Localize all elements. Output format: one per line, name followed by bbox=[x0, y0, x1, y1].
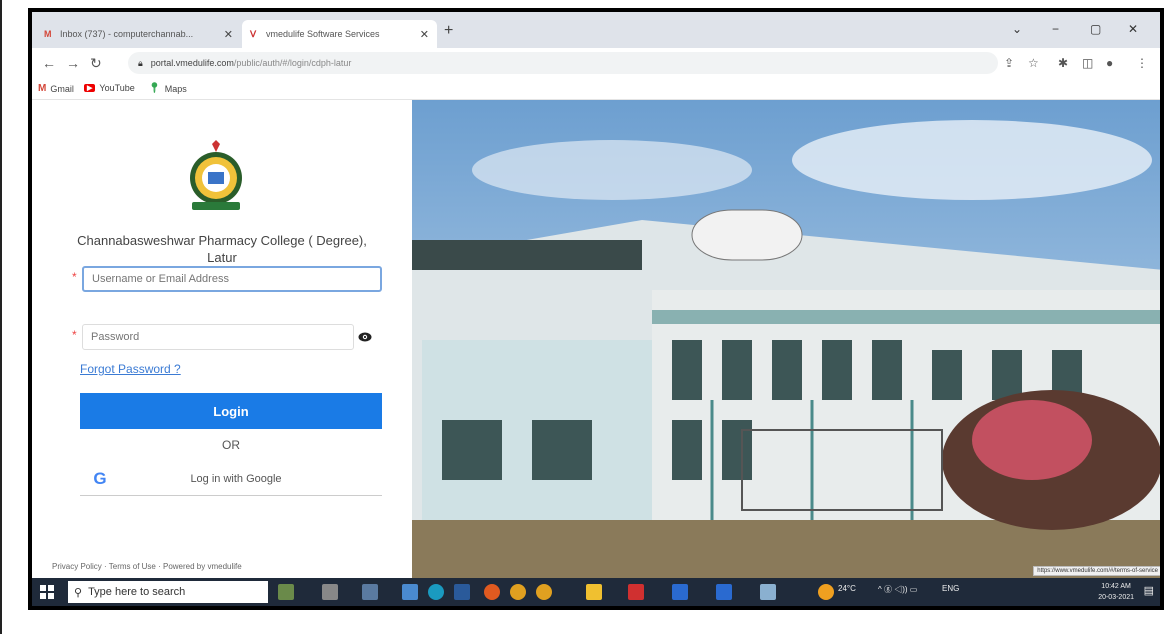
extensions-icon[interactable]: ✱ bbox=[1058, 56, 1068, 70]
close-tab-icon[interactable]: ✕ bbox=[224, 28, 233, 41]
address-row: ← → ↻ 🔒︎ portal.vmedulife.com /public/au… bbox=[32, 48, 1160, 78]
store-icon[interactable] bbox=[454, 584, 470, 600]
media-app-icon[interactable] bbox=[628, 584, 644, 600]
bookmark-star-icon[interactable]: ☆ bbox=[1028, 56, 1039, 70]
minimize-button[interactable]: − bbox=[1052, 22, 1059, 36]
show-password-eye-icon[interactable] bbox=[358, 330, 372, 344]
weather-temp[interactable]: 24°C bbox=[838, 584, 856, 593]
profile-avatar-icon[interactable]: ● bbox=[1106, 56, 1113, 70]
google-icon: G bbox=[93, 468, 107, 488]
tab-vmedulife[interactable]: Ⅴ vmedulife Software Services ✕ bbox=[242, 20, 437, 48]
screenshot-frame: M Inbox (737) - computerchannab... ✕ Ⅴ v… bbox=[28, 8, 1164, 610]
address-bar[interactable]: 🔒︎ portal.vmedulife.com /public/auth/#/l… bbox=[128, 52, 998, 74]
taskbar-app-icon[interactable] bbox=[760, 584, 776, 600]
lock-icon: 🔒︎ bbox=[138, 57, 143, 68]
login-panel: Channabasweshwar Pharmacy College ( Degr… bbox=[32, 100, 412, 578]
youtube-icon: ▶ bbox=[84, 84, 96, 92]
tab-label: Inbox (737) - computerchannab... bbox=[60, 29, 194, 39]
maps-icon: 📍︎ bbox=[148, 83, 161, 94]
new-tab-button[interactable]: + bbox=[444, 22, 453, 40]
taskbar-search-placeholder: Type here to search bbox=[88, 586, 186, 598]
bookmark-youtube[interactable]: ▶ YouTube bbox=[84, 83, 135, 93]
bookmark-label: YouTube bbox=[99, 83, 135, 93]
password-input[interactable] bbox=[82, 324, 354, 350]
url-path: /public/auth/#/login/cdph-latur bbox=[233, 58, 352, 68]
google-login-label: Log in with Google bbox=[190, 472, 282, 485]
footer-links[interactable]: Privacy Policy · Terms of Use · Powered … bbox=[52, 562, 242, 571]
bookmark-maps[interactable]: 📍︎ Maps bbox=[148, 83, 187, 94]
firefox-icon[interactable] bbox=[484, 584, 500, 600]
building-image bbox=[412, 100, 1160, 578]
url-domain: portal.vmedulife.com bbox=[150, 58, 234, 68]
chrome-icon[interactable] bbox=[510, 584, 526, 600]
college-building-photo: https://www.vmedulife.com/#/terms-of-ser… bbox=[412, 100, 1160, 578]
bookmark-label: Maps bbox=[164, 83, 187, 94]
bookmarks-bar: M Gmail ▶ YouTube 📍︎ Maps bbox=[32, 78, 1160, 100]
share-icon[interactable]: ⇪ bbox=[1004, 56, 1014, 70]
edge-icon[interactable] bbox=[428, 584, 444, 600]
forward-icon[interactable]: → bbox=[66, 55, 80, 71]
tab-search-icon[interactable]: ⌄ bbox=[1012, 22, 1022, 36]
system-tray-icons[interactable]: ^ ⓖ ◁)) ▭ bbox=[878, 584, 917, 595]
windows-taskbar: ⚲ Type here to search 24°C ^ ⓖ ◁)) ▭ ENG… bbox=[32, 578, 1160, 606]
menu-kebab-icon[interactable]: ⋮ bbox=[1136, 56, 1148, 70]
bookmark-label: Gmail bbox=[50, 83, 74, 94]
google-login-button[interactable]: G Log in with Google bbox=[80, 462, 382, 496]
maximize-button[interactable]: ▢ bbox=[1090, 22, 1101, 36]
file-explorer-icon[interactable] bbox=[402, 584, 418, 600]
username-input[interactable] bbox=[82, 266, 382, 292]
taskbar-search[interactable]: ⚲ Type here to search bbox=[68, 581, 268, 603]
browser-window: M Inbox (737) - computerchannab... ✕ Ⅴ v… bbox=[32, 12, 1160, 606]
close-tab-icon[interactable]: ✕ bbox=[420, 28, 429, 41]
word-icon[interactable] bbox=[716, 584, 732, 600]
tab-bar: M Inbox (737) - computerchannab... ✕ Ⅴ v… bbox=[32, 12, 1160, 48]
tab-gmail[interactable]: M Inbox (737) - computerchannab... ✕ bbox=[36, 20, 241, 48]
login-button[interactable]: Login bbox=[80, 393, 382, 429]
forgot-password-link[interactable]: Forgot Password ? bbox=[80, 362, 181, 376]
task-view-icon[interactable] bbox=[322, 584, 338, 600]
clock-date: 20-03-2021 bbox=[1098, 594, 1134, 601]
status-url-tooltip: https://www.vmedulife.com/#/terms-of-ser… bbox=[1033, 566, 1160, 576]
file-manager-icon[interactable] bbox=[586, 584, 602, 600]
word-icon[interactable] bbox=[672, 584, 688, 600]
college-logo bbox=[190, 140, 242, 210]
chrome-window-icon[interactable] bbox=[536, 584, 552, 600]
taskbar-app-icon[interactable] bbox=[362, 584, 378, 600]
side-panel-icon[interactable]: ◫ bbox=[1082, 56, 1093, 70]
close-window-button[interactable]: ✕ bbox=[1128, 22, 1138, 36]
gmail-icon: M bbox=[38, 83, 47, 94]
search-icon: ⚲ bbox=[74, 586, 83, 599]
bookmark-gmail[interactable]: M Gmail bbox=[38, 83, 74, 94]
required-asterisk: * bbox=[72, 328, 77, 342]
taskbar-clock[interactable]: 10:42 AM 20-03-2021 bbox=[1098, 581, 1134, 603]
weather-icon[interactable] bbox=[818, 584, 834, 600]
notifications-icon[interactable]: ▤ bbox=[1144, 584, 1154, 597]
reload-icon[interactable]: ↻ bbox=[90, 55, 102, 72]
gmail-icon: M bbox=[44, 29, 52, 39]
tab-label: vmedulife Software Services bbox=[266, 29, 380, 39]
clock-time: 10:42 AM bbox=[1101, 583, 1131, 590]
required-asterisk: * bbox=[72, 270, 77, 284]
language-indicator[interactable]: ENG bbox=[942, 584, 959, 593]
college-name: Channabasweshwar Pharmacy College ( Degr… bbox=[77, 233, 367, 265]
back-icon[interactable]: ← bbox=[42, 55, 56, 71]
search-highlight-icon bbox=[278, 584, 294, 600]
windows-start-icon[interactable] bbox=[40, 585, 54, 599]
or-divider: OR bbox=[222, 438, 240, 452]
vmedulife-icon: Ⅴ bbox=[250, 28, 257, 39]
